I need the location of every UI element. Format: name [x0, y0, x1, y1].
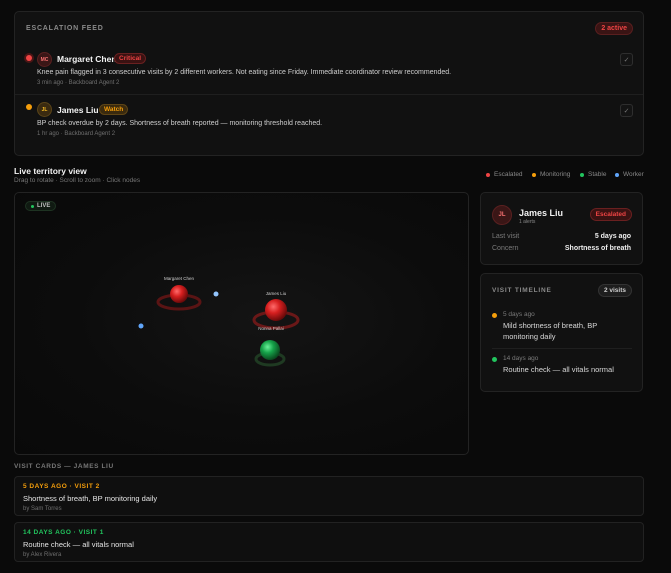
- acknowledge-check-icon[interactable]: ✓: [620, 53, 633, 66]
- visit-author: by Sam Torres: [23, 506, 62, 512]
- timeline-title: VISIT TIMELINE: [492, 287, 552, 294]
- timeline-date: 14 days ago: [503, 355, 539, 362]
- critical-status-dot: [26, 55, 32, 61]
- escalated-badge: Escalated: [589, 208, 632, 221]
- visit-text: Shortness of breath, BP monitoring daily: [23, 494, 158, 503]
- timeline-dot-icon: [492, 357, 497, 362]
- legend-worker: Worker: [615, 171, 644, 178]
- visit-card[interactable]: 5 DAYS AGO · VISIT 2 Shortness of breath…: [14, 476, 644, 516]
- timeline-text: Mild shortness of breath, BP monitoring …: [503, 321, 598, 341]
- node-nonna-pallai[interactable]: [254, 340, 286, 367]
- legend-label: Worker: [623, 171, 644, 178]
- worker-node[interactable]: [138, 323, 144, 329]
- legend-label: Stable: [588, 171, 607, 178]
- territory-subtitle: Drag to rotate · Scroll to zoom · Click …: [14, 177, 141, 184]
- timeline-date: 5 days ago: [503, 311, 535, 318]
- avatar: JL: [37, 102, 52, 117]
- patient-name: James Liu: [519, 208, 564, 218]
- monitoring-dot-icon: [532, 172, 536, 177]
- last-visit-value: 5 days ago: [594, 233, 631, 240]
- critical-badge: Critical: [114, 53, 147, 64]
- escalation-feed-panel: ESCALATION FEED 2 active MC Margaret Che…: [14, 11, 644, 156]
- legend-label: Monitoring: [540, 171, 571, 178]
- visit-count-badge: 2 visits: [597, 284, 632, 297]
- acknowledge-check-icon[interactable]: ✓: [620, 104, 633, 117]
- visit-date: 5 DAYS AGO · VISIT 2: [23, 483, 100, 490]
- stable-node-sphere: [260, 340, 280, 360]
- patient-subtitle: 1 alerts: [519, 219, 536, 225]
- legend-monitoring: Monitoring: [532, 171, 570, 178]
- node-james-liu[interactable]: [252, 299, 300, 330]
- patient-name: Margaret Chen: [57, 54, 117, 64]
- active-count-badge: 2 active: [595, 22, 633, 35]
- visit-text: Routine check — all vitals normal: [23, 540, 134, 549]
- feed-item-meta: 1 hr ago · Backboard Agent 2: [37, 131, 116, 137]
- watch-badge: Watch: [99, 104, 129, 115]
- visit-card[interactable]: 14 DAYS AGO · VISIT 1 Routine check — al…: [14, 522, 644, 562]
- escalated-node-sphere: [170, 285, 188, 303]
- concern-label: Concern: [492, 245, 519, 252]
- divider: [15, 94, 643, 95]
- worker-dot-icon: [615, 172, 619, 177]
- feed-title: ESCALATION FEED: [26, 25, 104, 32]
- legend-stable: Stable: [580, 171, 606, 178]
- feed-item-margaret-chen[interactable]: MC Margaret Chen Critical Knee pain flag…: [15, 48, 643, 94]
- visit-author: by Alex Rivera: [23, 552, 62, 558]
- visit-date: 14 DAYS AGO · VISIT 1: [23, 529, 104, 536]
- patient-name: James Liu: [57, 105, 99, 115]
- map-scene: [138, 285, 300, 367]
- feed-item-text: BP check overdue by 2 days. Shortness of…: [37, 120, 323, 127]
- node-label: Margaret Chen: [163, 276, 195, 281]
- legend-escalated: Escalated: [486, 171, 523, 178]
- last-visit-label: Last visit: [492, 233, 520, 240]
- worker-node[interactable]: [213, 291, 219, 297]
- territory-map-canvas[interactable]: LIVE Margaret Chen James Liu Nonna Palla…: [14, 192, 469, 455]
- feed-item-james-liu[interactable]: JL James Liu Watch BP check overdue by 2…: [15, 99, 643, 145]
- stable-dot-icon: [580, 172, 584, 177]
- node-label: Nonna Pallai: [258, 326, 284, 331]
- escalated-node-sphere: [265, 299, 287, 321]
- watch-status-dot: [26, 104, 32, 110]
- feed-item-meta: 3 min ago · Backboard Agent 2: [37, 80, 120, 86]
- visit-cards-heading: VISIT CARDS — JAMES LIU: [14, 463, 114, 470]
- escalated-dot-icon: [486, 172, 490, 177]
- node-margaret-chen[interactable]: [156, 285, 202, 311]
- timeline-dot-icon: [492, 313, 497, 318]
- feed-item-text: Knee pain flagged in 3 consecutive visit…: [37, 69, 452, 76]
- node-label: James Liu: [265, 291, 287, 296]
- timeline-text: Routine check — all vitals normal: [503, 365, 614, 374]
- avatar: MC: [37, 52, 52, 67]
- divider: [492, 348, 632, 349]
- visit-timeline-panel: VISIT TIMELINE 2 visits 5 days ago Mild …: [480, 273, 643, 392]
- avatar: JL: [492, 205, 512, 225]
- patient-detail-card: JL James Liu 1 alerts Escalated Last vis…: [480, 192, 643, 265]
- territory-title: Live territory view: [14, 166, 87, 176]
- concern-value: Shortness of breath: [564, 245, 631, 252]
- legend-label: Escalated: [494, 171, 523, 178]
